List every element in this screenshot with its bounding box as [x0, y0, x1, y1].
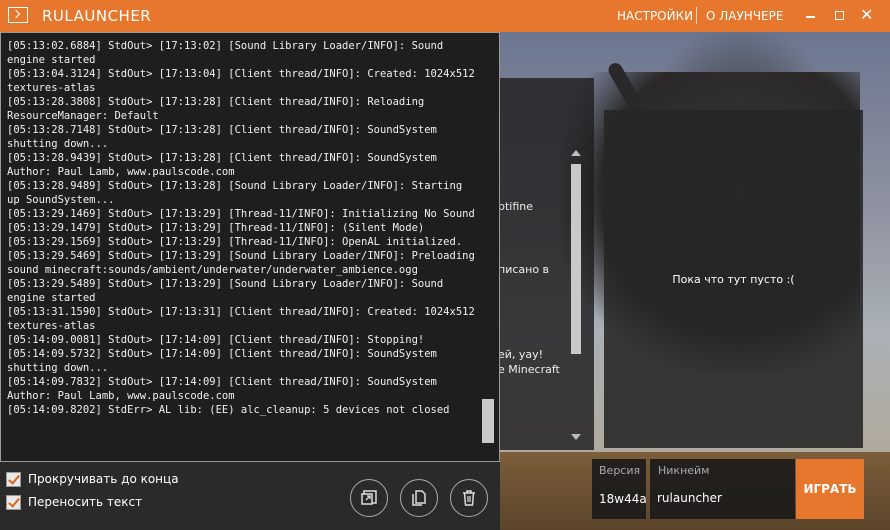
scrollbar-thumb[interactable] [571, 164, 581, 354]
version-value: 18w44a [599, 492, 647, 506]
nav-separator [696, 7, 697, 24]
console-controls: Прокручивать до конца Переносить текст [0, 462, 500, 530]
log-line: [05:13:29.1469] StdOut> [17:13:29] [Thre… [7, 208, 475, 220]
title-bar[interactable]: RULAUNCHER НАСТРОЙКИ О ЛАУНЧЕРЕ ✕ [0, 0, 890, 32]
copy-icon [412, 490, 426, 506]
log-line: [05:14:09.5732] StdOut> [17:14:09] [Clie… [7, 348, 444, 374]
news-fragment: писано в [498, 263, 550, 276]
log-line: [05:13:28.9489] StdOut> [17:13:28] [Soun… [7, 180, 469, 206]
minimize-button[interactable] [800, 6, 822, 26]
log-line: [05:13:02.6884] StdOut> [17:13:02] [Soun… [7, 40, 450, 66]
servers-panel: Пока что тут пусто :( [604, 110, 863, 448]
open-external-icon [361, 490, 377, 505]
news-fragment: ptifine [498, 200, 534, 213]
wrap-text-label: Переносить текст [28, 495, 143, 509]
console-window: [05:13:02.6884] StdOut> [17:13:02] [Soun… [0, 32, 500, 462]
launcher-window: RULAUNCHER НАСТРОЙКИ О ЛАУНЧЕРЕ ✕ ptifin… [0, 0, 890, 530]
log-line: [05:13:31.1590] StdOut> [17:13:31] [Clie… [7, 306, 475, 332]
maximize-button[interactable] [829, 6, 851, 26]
empty-message: Пока что тут пусто :( [672, 273, 795, 286]
app-title: RULAUNCHER [42, 7, 152, 25]
log-line: [05:13:04.3124] StdOut> [17:13:04] [Clie… [7, 68, 475, 94]
log-line: [05:13:28.7148] StdOut> [17:13:28] [Clie… [7, 124, 444, 150]
log-line: [05:13:28.9439] StdOut> [17:13:28] [Clie… [7, 152, 444, 178]
log-line: [05:14:09.0081] StdOut> [17:14:09] [Clie… [7, 334, 425, 346]
terminal-icon [8, 7, 28, 23]
version-label: Версия [599, 464, 641, 477]
nav-about-link[interactable]: О ЛАУНЧЕРЕ [706, 9, 783, 23]
autoscroll-label: Прокручивать до конца [28, 472, 179, 486]
wrap-text-checkbox[interactable] [6, 495, 21, 510]
autoscroll-checkbox[interactable] [6, 472, 21, 487]
log-line: [05:13:29.1479] StdOut> [17:13:29] [Thre… [7, 222, 425, 234]
close-button[interactable]: ✕ [857, 5, 879, 26]
scroll-down-icon[interactable] [571, 434, 581, 440]
copy-log-button[interactable] [400, 479, 438, 517]
console-log[interactable]: [05:13:02.6884] StdOut> [17:13:02] [Soun… [7, 39, 477, 459]
news-fragment: ей, yay! [498, 348, 544, 361]
close-icon: ✕ [860, 5, 874, 24]
maximize-icon [835, 11, 844, 20]
open-external-button[interactable] [350, 479, 388, 517]
nickname-label: Никнейм [658, 464, 710, 477]
clear-log-button[interactable] [450, 479, 488, 517]
log-line: [05:14:09.7832] StdOut> [17:14:09] [Clie… [7, 376, 444, 402]
minimize-icon [806, 16, 815, 18]
nav-settings-link[interactable]: НАСТРОЙКИ [617, 9, 693, 23]
version-selector[interactable]: Версия 18w44a [592, 459, 647, 519]
nickname-input[interactable] [656, 487, 789, 509]
log-line: [05:13:29.5469] StdOut> [17:13:29] [Soun… [7, 250, 475, 276]
console-scrollbar-thumb[interactable] [482, 399, 494, 443]
nickname-box: Никнейм [650, 459, 795, 519]
log-line: [05:14:09.8202] StdErr> AL lib: (EE) alc… [7, 404, 450, 416]
log-line: [05:13:29.1569] StdOut> [17:13:29] [Thre… [7, 236, 463, 248]
trash-icon [463, 490, 475, 506]
log-line: [05:13:29.5489] StdOut> [17:13:29] [Soun… [7, 278, 450, 304]
news-scrollbar[interactable] [570, 150, 582, 440]
scroll-up-icon[interactable] [571, 150, 581, 156]
log-line: [05:13:28.3808] StdOut> [17:13:28] [Clie… [7, 96, 431, 122]
play-button[interactable]: ИГРАТЬ [796, 459, 864, 519]
news-fragment: e Minecraft [498, 363, 560, 376]
